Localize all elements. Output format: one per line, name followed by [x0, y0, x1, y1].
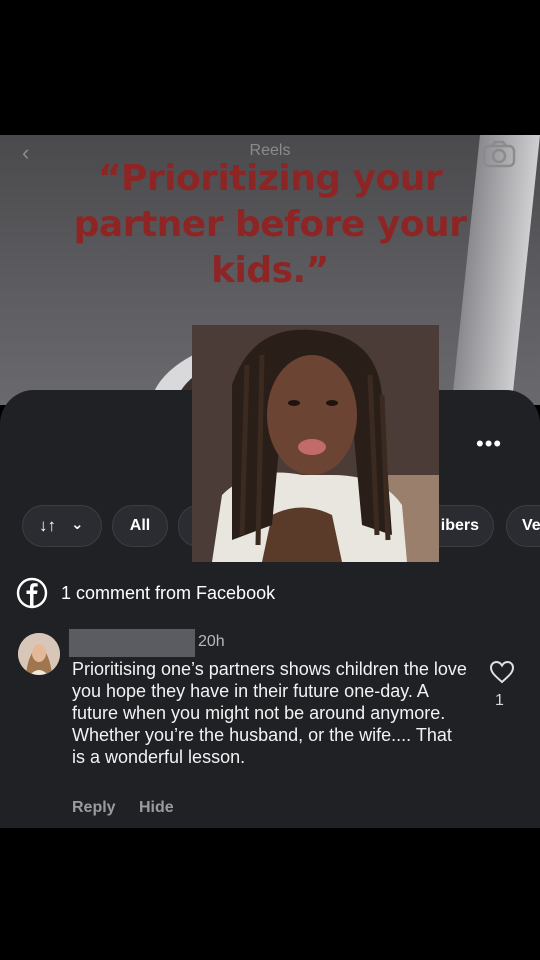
facebook-comment-count: 1 comment from Facebook — [61, 583, 276, 603]
hide-button[interactable]: Hide — [139, 799, 174, 817]
reply-button[interactable]: Reply — [72, 799, 116, 817]
filter-chip-ve[interactable]: Ve — [506, 505, 540, 547]
sort-dropdown[interactable]: ↓↑ ⌄ — [22, 505, 102, 547]
chevron-down-icon: ⌄ — [71, 516, 84, 533]
comment-timestamp: 20h — [198, 633, 225, 650]
filter-chip-all[interactable]: All — [112, 505, 168, 547]
comment-text: Prioritising one’s partners shows childr… — [72, 659, 467, 767]
like-count: 1 — [495, 692, 504, 709]
sort-icon: ↓↑ — [39, 516, 56, 535]
commenter-name-redacted[interactable] — [69, 629, 195, 657]
heart-icon[interactable] — [489, 660, 515, 684]
creator-video-overlay — [192, 325, 439, 562]
video-caption-headline: “Prioritizing your partner before your k… — [73, 158, 467, 291]
avatar[interactable] — [18, 633, 60, 675]
facebook-icon — [16, 577, 48, 609]
more-horizontal-icon[interactable]: ••• — [476, 433, 501, 455]
